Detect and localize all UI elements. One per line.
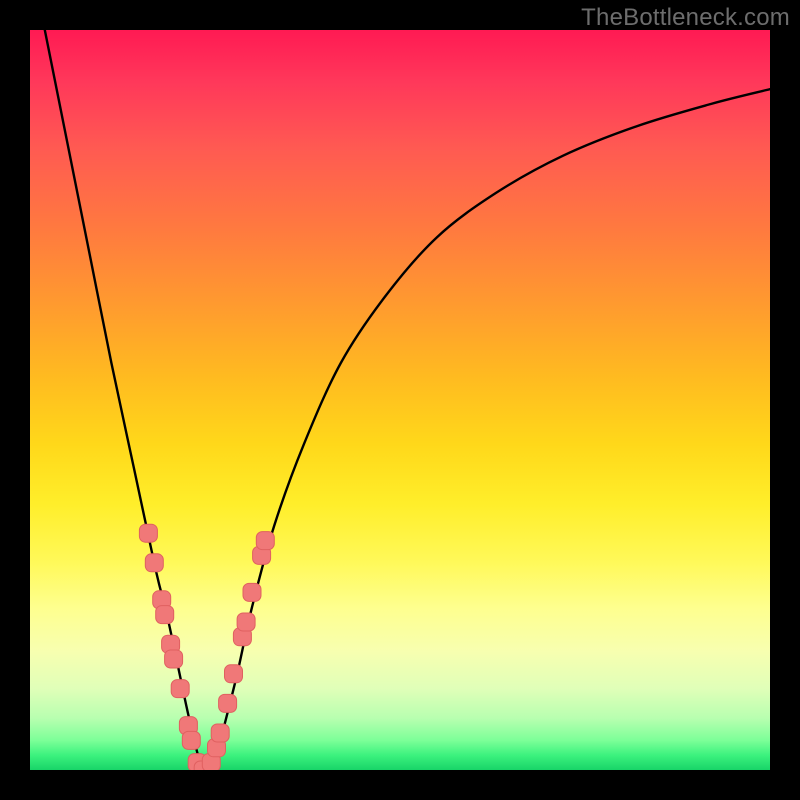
marker <box>219 694 237 712</box>
marker <box>243 583 261 601</box>
marker <box>165 650 183 668</box>
marker <box>211 724 229 742</box>
markers-layer <box>30 30 770 770</box>
marker <box>225 665 243 683</box>
marker <box>182 731 200 749</box>
marker <box>139 524 157 542</box>
watermark-text: TheBottleneck.com <box>581 4 790 32</box>
chart-frame: TheBottleneck.com <box>0 0 800 800</box>
marker <box>156 606 174 624</box>
highlighted-points <box>139 524 274 770</box>
marker <box>145 554 163 572</box>
marker <box>171 680 189 698</box>
marker <box>256 532 274 550</box>
plot-area <box>30 30 770 770</box>
marker <box>237 613 255 631</box>
